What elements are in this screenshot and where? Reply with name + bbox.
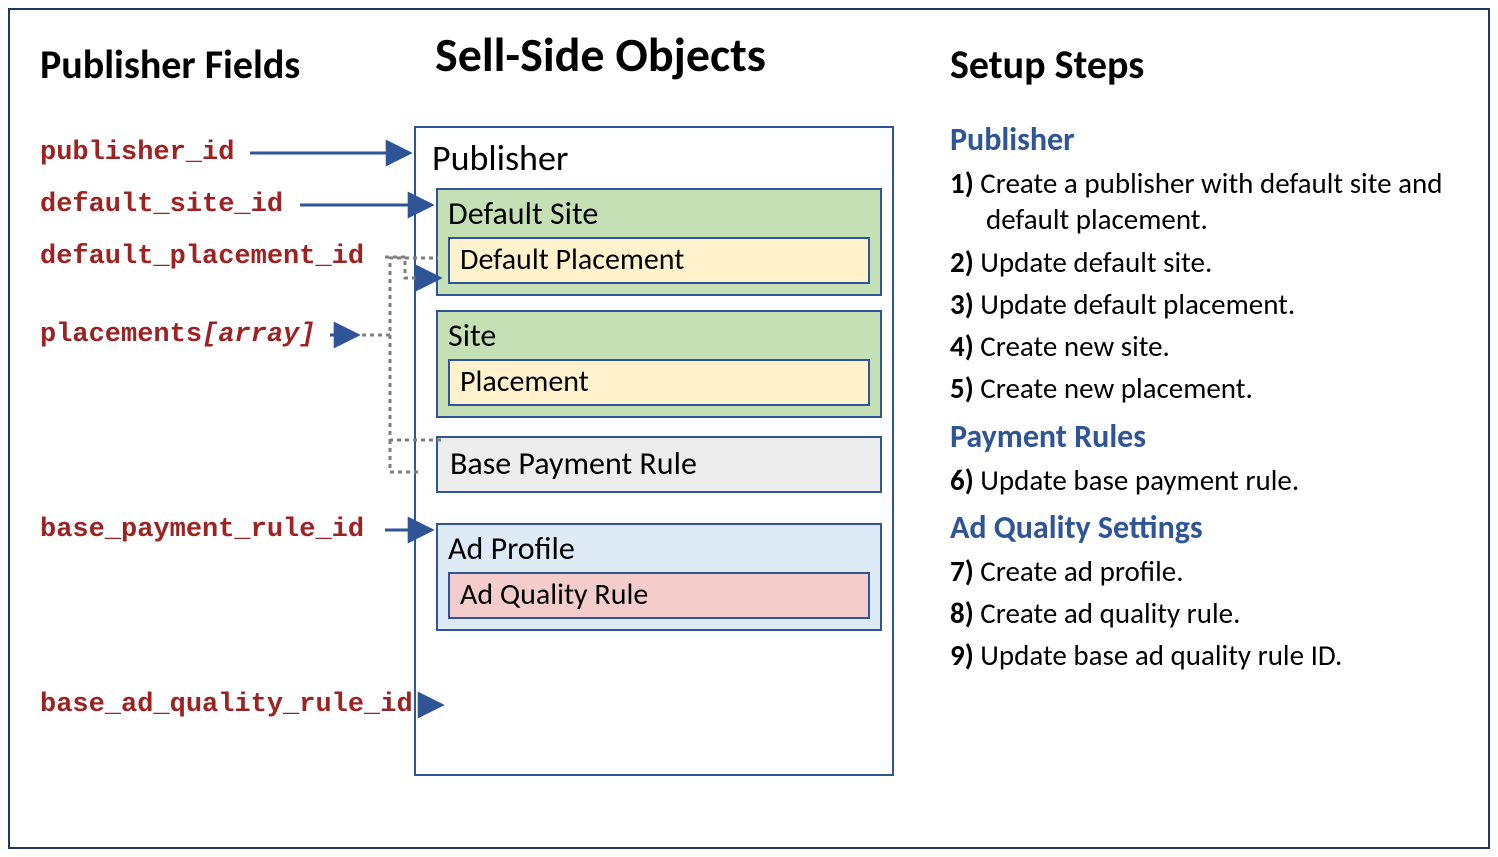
step-8-num: 8) [950,595,974,631]
step-2-text: Update default site. [974,244,1213,280]
step-1-text: Create a publisher with default site and… [974,165,1443,237]
step-4-text: Create new site. [974,328,1170,364]
field-default-site-id: default_site_id [40,190,283,220]
step-9-text: Update base ad quality rule ID. [974,637,1343,673]
step-7: 7) Create ad profile. [950,553,1470,589]
setup-steps-title: Setup Steps [950,40,1144,89]
field-default-placement-id: default_placement_id [40,242,364,272]
step-5: 5) Create new placement. [950,370,1470,406]
step-9-num: 9) [950,637,974,673]
step-6: 6) Update base payment rule. [950,462,1470,498]
step-6-text: Update base payment rule. [974,462,1299,498]
field-base-payment-rule-id: base_payment_rule_id [40,515,364,545]
field-placements-array: placements[array] [40,320,315,350]
step-5-text: Create new placement. [974,370,1253,406]
step-4: 4) Create new site. [950,328,1470,364]
step-2-num: 2) [950,244,974,280]
step-5-num: 5) [950,370,974,406]
publisher-box: Publisher Default Site Default Placement… [414,126,894,776]
step-1: 1) Create a publisher with default site … [950,165,1470,238]
ad-quality-rule-box: Ad Quality Rule [448,572,870,619]
field-placements-array-suffix: [array] [202,320,315,350]
site-box: Site Placement [436,310,882,418]
default-site-box: Default Site Default Placement [436,188,882,296]
default-placement-box: Default Placement [448,237,870,284]
step-8-text: Create ad quality rule. [974,595,1241,631]
base-payment-rule-box: Base Payment Rule [436,436,882,493]
field-publisher-id: publisher_id [40,138,234,168]
publisher-label: Publisher [426,136,882,180]
placement-box: Placement [448,359,870,406]
setup-steps-list: Publisher 1) Create a publisher with def… [950,110,1470,680]
publisher-fields-title: Publisher Fields [40,40,300,89]
step-3-num: 3) [950,286,974,322]
section-payment-rules: Payment Rules [950,417,1470,456]
step-7-text: Create ad profile. [974,553,1184,589]
ad-profile-box: Ad Profile Ad Quality Rule [436,523,882,631]
field-placements-array-name: placements [40,320,202,350]
site-label: Site [448,316,870,355]
section-ad-quality: Ad Quality Settings [950,508,1470,547]
step-1-num: 1) [950,165,974,201]
step-3-text: Update default placement. [974,286,1295,322]
step-4-num: 4) [950,328,974,364]
section-publisher: Publisher [950,120,1470,159]
step-9: 9) Update base ad quality rule ID. [950,637,1470,673]
field-base-ad-quality-rule-id: base_ad_quality_rule_id [40,690,413,720]
ad-profile-label: Ad Profile [448,529,870,568]
diagram-container: Publisher Fields Sell-Side Objects Setup… [8,8,1490,849]
step-6-num: 6) [950,462,974,498]
step-8: 8) Create ad quality rule. [950,595,1470,631]
step-3: 3) Update default placement. [950,286,1470,322]
default-site-label: Default Site [448,194,870,233]
step-7-num: 7) [950,553,974,589]
step-2: 2) Update default site. [950,244,1470,280]
sell-side-objects-title: Sell-Side Objects [435,25,766,84]
